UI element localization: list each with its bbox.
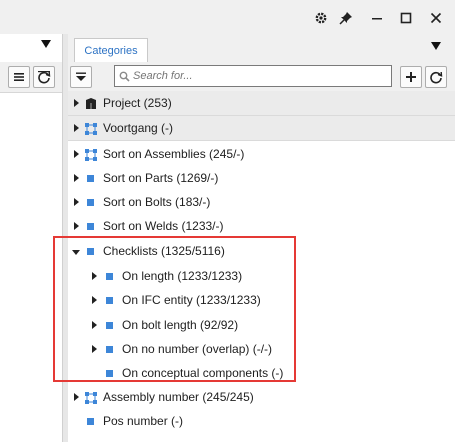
tree-label: Sort on Assemblies (245/-) — [103, 147, 245, 161]
tree-item[interactable]: Pos number (-) — [68, 409, 455, 434]
expand-arrow-icon[interactable] — [74, 99, 79, 107]
expand-arrow-icon[interactable] — [74, 198, 79, 206]
tree-label: Sort on Welds (1233/-) — [103, 219, 224, 233]
tree-label: Assembly number (245/245) — [103, 390, 254, 404]
search-input[interactable] — [133, 70, 373, 82]
nodes-icon — [84, 148, 97, 161]
pin-icon[interactable] — [336, 8, 356, 28]
tab-categories[interactable]: Categories — [74, 38, 148, 62]
tree-label: Project (253) — [103, 96, 172, 110]
tree-label: Voortgang (-) — [103, 121, 174, 135]
tree-item[interactable]: Sort on Bolts (183/-) — [68, 190, 455, 215]
expand-arrow-icon[interactable] — [74, 124, 79, 132]
highlight-box — [53, 236, 296, 382]
title-bar — [0, 0, 455, 34]
tree-label: Sort on Parts (1269/-) — [103, 171, 219, 185]
expand-arrow-icon[interactable] — [74, 393, 79, 401]
square-icon — [87, 175, 94, 182]
expand-arrow-icon[interactable] — [74, 174, 79, 182]
nodes-icon — [84, 391, 97, 404]
add-icon[interactable] — [400, 66, 422, 88]
square-icon — [87, 223, 94, 230]
minimize-icon[interactable] — [367, 8, 387, 28]
left-pane-menu-icon[interactable] — [40, 38, 52, 50]
tree-label: Sort on Bolts (183/-) — [103, 195, 211, 209]
refresh-icon[interactable] — [33, 66, 55, 88]
search-field[interactable] — [114, 65, 392, 87]
close-icon[interactable] — [426, 8, 446, 28]
left-toolbar — [0, 62, 62, 93]
square-icon — [87, 418, 94, 425]
expand-arrow-icon[interactable] — [74, 222, 79, 230]
tree-label: Pos number (-) — [103, 414, 184, 428]
tree-item[interactable]: Sort on Assemblies (245/-) — [68, 142, 455, 167]
collapse-all-icon[interactable] — [70, 66, 92, 88]
right-pane-menu-icon[interactable] — [430, 40, 442, 52]
tree-item[interactable]: Assembly number (245/245) — [68, 385, 455, 410]
tree-group-project[interactable]: Project (253) — [68, 91, 455, 116]
gear-icon[interactable] — [311, 8, 331, 28]
search-icon — [115, 71, 133, 82]
maximize-icon[interactable] — [396, 8, 416, 28]
tree-group-voortgang[interactable]: Voortgang (-) — [68, 116, 455, 141]
nodes-icon — [84, 122, 97, 135]
list-icon[interactable] — [8, 66, 30, 88]
tree-item[interactable]: Sort on Parts (1269/-) — [68, 166, 455, 191]
refresh-icon[interactable] — [425, 66, 447, 88]
building-icon — [85, 97, 97, 109]
expand-arrow-icon[interactable] — [74, 150, 79, 158]
square-icon — [87, 199, 94, 206]
